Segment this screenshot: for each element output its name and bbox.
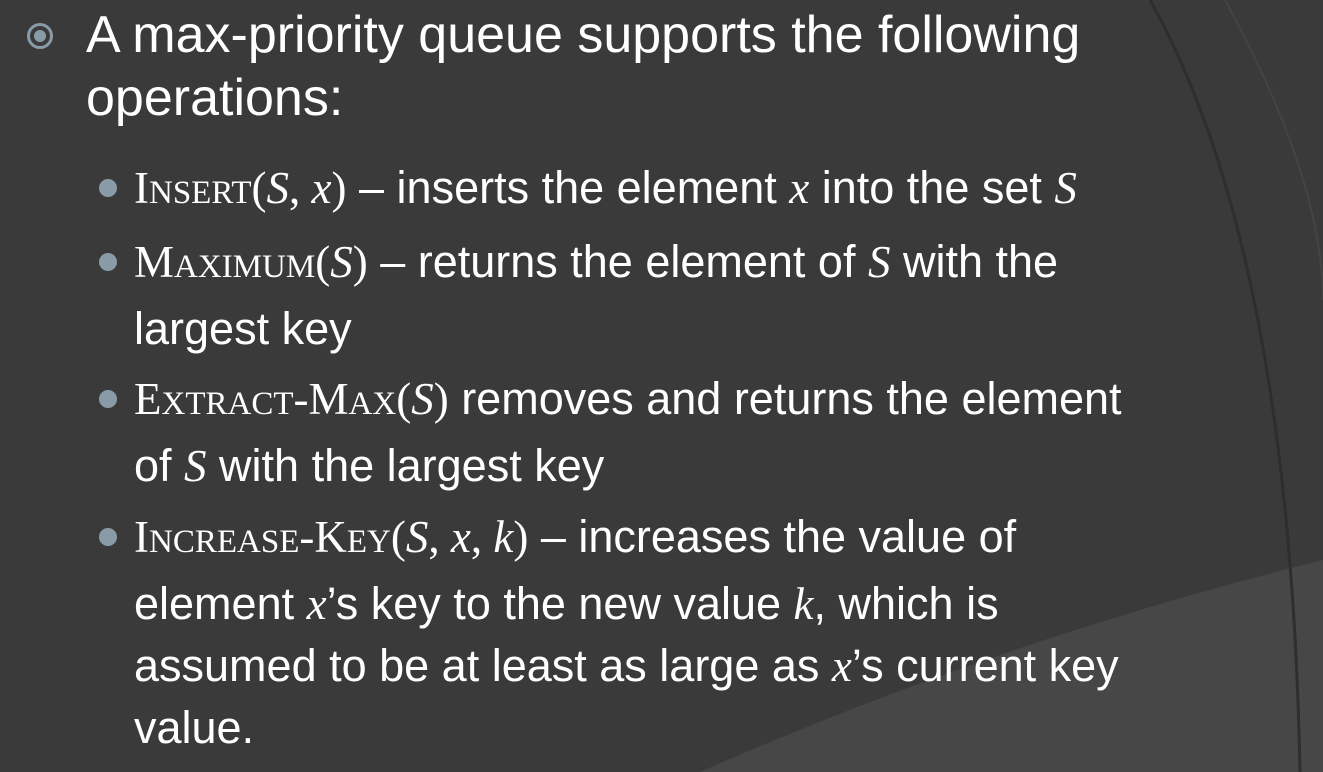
slide-heading: A max-priority queue supports the follow…: [86, 4, 1306, 130]
sub-bullet-icon: [99, 179, 117, 197]
list-item: MAXIMUM(S) – returns the element of S wi…: [134, 236, 1059, 354]
list-item: EXTRACT-MAX(S) removes and returns the e…: [134, 373, 1122, 491]
sub-bullet-icon: [99, 528, 117, 546]
target-bullet-icon: [27, 23, 53, 49]
sub-bullet-icon: [99, 253, 117, 271]
heading-line-1: A max-priority queue supports the follow…: [86, 6, 1081, 64]
heading-line-2: operations:: [86, 69, 344, 127]
list-item: INCREASE-KEY(S, x, k) – increases the va…: [134, 511, 1119, 753]
list-item: INSERT(S, x) – inserts the element x int…: [134, 162, 1077, 213]
slide-content: A max-priority queue supports the follow…: [0, 0, 1323, 772]
sub-bullet-icon: [99, 390, 117, 408]
